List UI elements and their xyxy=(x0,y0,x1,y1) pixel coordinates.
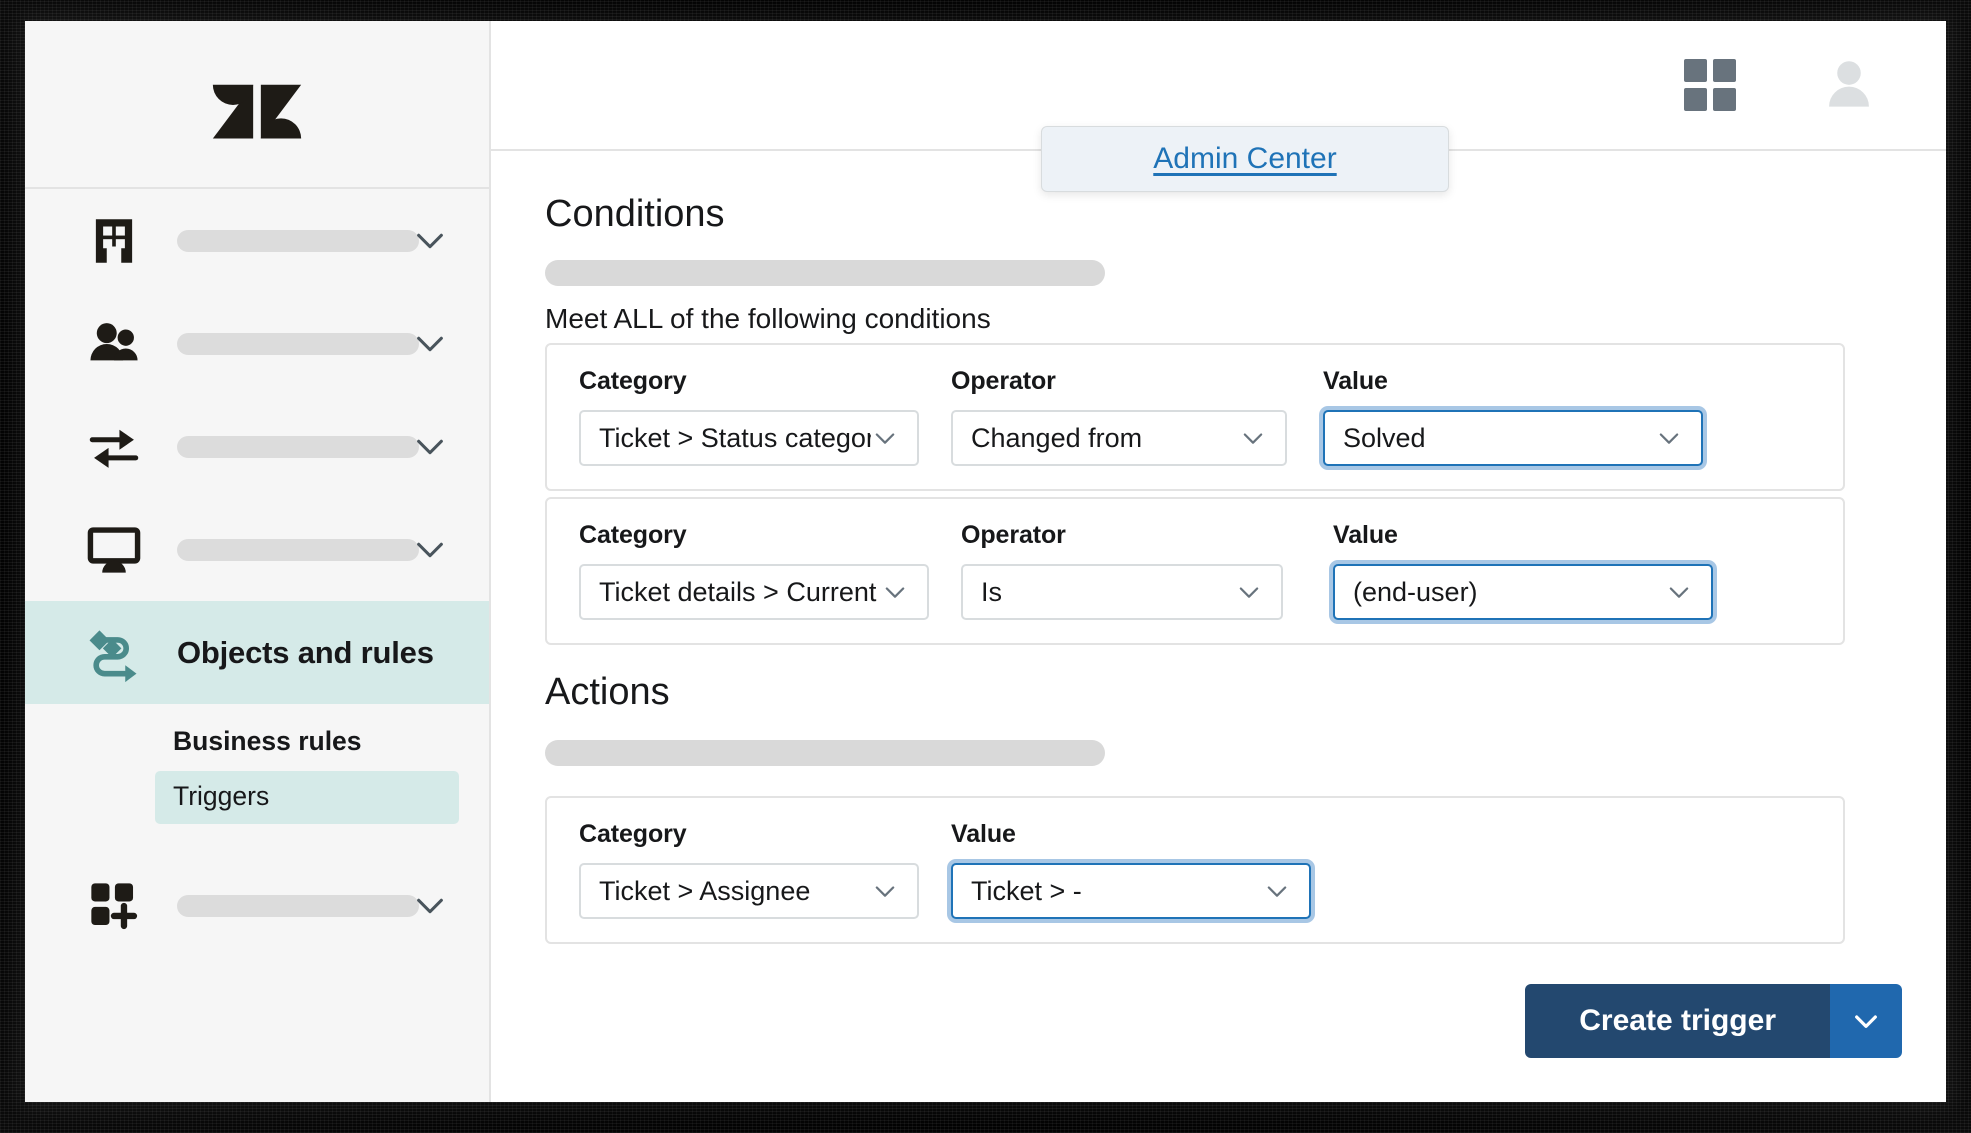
sidebar-subsection-heading: Business rules xyxy=(173,726,362,756)
app-window: Objects and rules Business rules Trigger… xyxy=(25,21,1946,1102)
sidebar-item-workspaces[interactable] xyxy=(25,498,489,601)
condition-2-category-select[interactable]: Ticket details > Current user xyxy=(579,564,929,620)
condition-1-operator-value: Changed from xyxy=(971,422,1143,453)
footer-actions: Create trigger xyxy=(1525,984,1902,1058)
condition-1-value-select[interactable]: Solved xyxy=(1323,410,1703,466)
apps-grid-icon[interactable] xyxy=(1684,59,1736,111)
header-icon-group xyxy=(1684,21,1878,149)
sidebar-item-label-placeholder xyxy=(177,435,419,458)
condition-1-operator-label: Operator xyxy=(951,367,1056,395)
screenshot-frame: Objects and rules Business rules Trigger… xyxy=(0,0,1971,1133)
sidebar-item-account[interactable] xyxy=(25,189,489,292)
two-way-arrows-icon xyxy=(81,414,147,480)
action-1-value-label: Value xyxy=(951,820,1016,848)
sidebar-item-objects-and-rules[interactable]: Objects and rules xyxy=(25,601,489,704)
action-1-value-value: Ticket > - xyxy=(971,875,1082,906)
zendesk-logo-icon xyxy=(212,84,302,139)
chevron-down-icon[interactable] xyxy=(413,533,447,567)
apps-add-icon xyxy=(81,873,147,939)
condition-1-category-value: Ticket > Status category xyxy=(599,422,871,453)
chevron-down-icon xyxy=(875,433,895,444)
people-icon xyxy=(81,311,147,377)
brand-logo-area[interactable] xyxy=(25,21,489,189)
chevron-down-icon xyxy=(1855,1015,1877,1028)
condition-1-value-value: Solved xyxy=(1343,422,1426,453)
action-1-category-value: Ticket > Assignee xyxy=(599,875,811,906)
grid-square xyxy=(1713,88,1736,111)
condition-2-category-value: Ticket details > Current user xyxy=(599,576,881,607)
condition-2-operator-label: Operator xyxy=(961,521,1066,549)
condition-row-2: Category Ticket details > Current user O… xyxy=(545,497,1845,645)
user-avatar-icon xyxy=(1829,60,1869,107)
admin-center-link[interactable]: Admin Center xyxy=(1153,142,1336,176)
conditions-description-placeholder xyxy=(545,260,1105,286)
sidebar-item-label-placeholder xyxy=(177,229,419,252)
sidebar-item-label-placeholder xyxy=(177,894,419,917)
condition-1-value-label: Value xyxy=(1323,367,1388,395)
sidebar-item-apps[interactable] xyxy=(25,854,489,957)
condition-2-value-value: (end-user) xyxy=(1353,576,1478,607)
condition-1-category-label: Category xyxy=(579,367,687,395)
chevron-down-icon xyxy=(1659,433,1679,444)
conditions-helper-text: Meet ALL of the following conditions xyxy=(545,303,991,334)
chevron-down-icon[interactable] xyxy=(413,430,447,464)
chevron-down-icon xyxy=(1669,587,1689,598)
monitor-icon xyxy=(81,517,147,583)
chevron-down-icon xyxy=(1243,433,1263,444)
sidebar: Objects and rules Business rules Trigger… xyxy=(25,21,491,1102)
condition-2-operator-value: Is xyxy=(981,576,1003,607)
action-row-1: Category Ticket > Assignee Value Ticket … xyxy=(545,796,1845,944)
condition-2-category-label: Category xyxy=(579,521,687,549)
chevron-down-icon xyxy=(1267,886,1287,897)
admin-center-popover: Admin Center xyxy=(1041,126,1449,192)
actions-description-placeholder xyxy=(545,740,1105,766)
chevron-down-icon[interactable] xyxy=(413,327,447,361)
create-trigger-button[interactable]: Create trigger xyxy=(1525,984,1830,1058)
sidebar-item-people[interactable] xyxy=(25,292,489,395)
action-1-category-label: Category xyxy=(579,820,687,848)
condition-1-category-select[interactable]: Ticket > Status category xyxy=(579,410,919,466)
objects-rules-icon xyxy=(81,620,147,686)
building-icon xyxy=(81,208,147,274)
sidebar-item-triggers[interactable]: Triggers xyxy=(155,771,459,824)
chevron-down-icon[interactable] xyxy=(413,224,447,258)
condition-2-operator-select[interactable]: Is xyxy=(961,564,1283,620)
grid-square xyxy=(1684,59,1707,82)
condition-1-operator-select[interactable]: Changed from xyxy=(951,410,1287,466)
sidebar-item-channels[interactable] xyxy=(25,395,489,498)
chevron-down-icon xyxy=(1239,587,1259,598)
grid-square xyxy=(1713,59,1736,82)
chevron-down-icon[interactable] xyxy=(413,889,447,923)
conditions-heading: Conditions xyxy=(545,193,725,235)
sidebar-item-label: Objects and rules xyxy=(177,634,434,670)
condition-2-value-select[interactable]: (end-user) xyxy=(1333,564,1713,620)
action-1-category-select[interactable]: Ticket > Assignee xyxy=(579,863,919,919)
action-1-value-select[interactable]: Ticket > - xyxy=(951,863,1311,919)
main-content: Conditions Meet ALL of the following con… xyxy=(491,151,1946,1102)
create-trigger-dropdown-button[interactable] xyxy=(1830,984,1902,1058)
sidebar-item-label-placeholder xyxy=(177,332,419,355)
chevron-down-icon xyxy=(875,886,895,897)
actions-heading: Actions xyxy=(545,671,670,713)
grid-square xyxy=(1684,88,1707,111)
condition-row-1: Category Ticket > Status category Operat… xyxy=(545,343,1845,491)
condition-2-value-label: Value xyxy=(1333,521,1398,549)
chevron-down-icon xyxy=(885,587,905,598)
avatar[interactable] xyxy=(1820,54,1878,117)
sidebar-item-label-placeholder xyxy=(177,538,419,561)
